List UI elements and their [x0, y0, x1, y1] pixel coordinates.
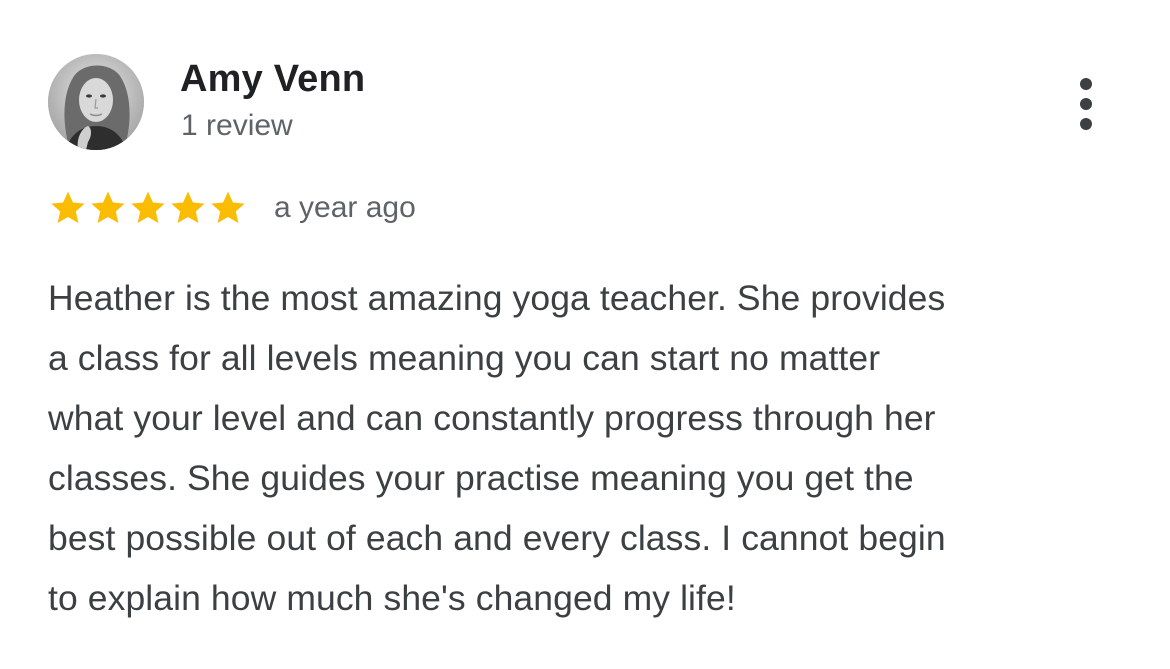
more-vert-icon-dot-2	[1080, 98, 1092, 110]
review-text-line: a class for all levels meaning you can s…	[48, 338, 881, 378]
review-text-line: Heather is the most amazing yoga teacher…	[48, 278, 946, 318]
avatar-photo	[48, 54, 144, 150]
star-rating	[48, 188, 248, 228]
more-vert-icon-dot-1	[1080, 78, 1092, 90]
more-vert-icon-dot-3	[1080, 118, 1092, 130]
rating-row: a year ago	[48, 186, 416, 230]
review-card: Amy Venn 1 review a year ago Heather is …	[0, 0, 1170, 669]
more-options-button[interactable]	[1064, 72, 1108, 136]
review-text-line: what your level and can constantly progr…	[48, 398, 936, 438]
avatar[interactable]	[48, 54, 144, 150]
star-icon	[208, 188, 248, 228]
star-icon	[128, 188, 168, 228]
review-date: a year ago	[274, 191, 416, 224]
review-count: 1 review	[181, 109, 293, 142]
star-icon	[168, 188, 208, 228]
star-icon	[48, 188, 88, 228]
star-icon	[88, 188, 128, 228]
review-text: Heather is the most amazing yoga teacher…	[48, 268, 1128, 628]
review-text-line: classes. She guides your practise meanin…	[48, 458, 914, 498]
reviewer-name[interactable]: Amy Venn	[180, 56, 365, 102]
review-text-line: best possible out of each and every clas…	[48, 518, 946, 558]
review-text-line: to explain how much she's changed my lif…	[48, 578, 736, 618]
